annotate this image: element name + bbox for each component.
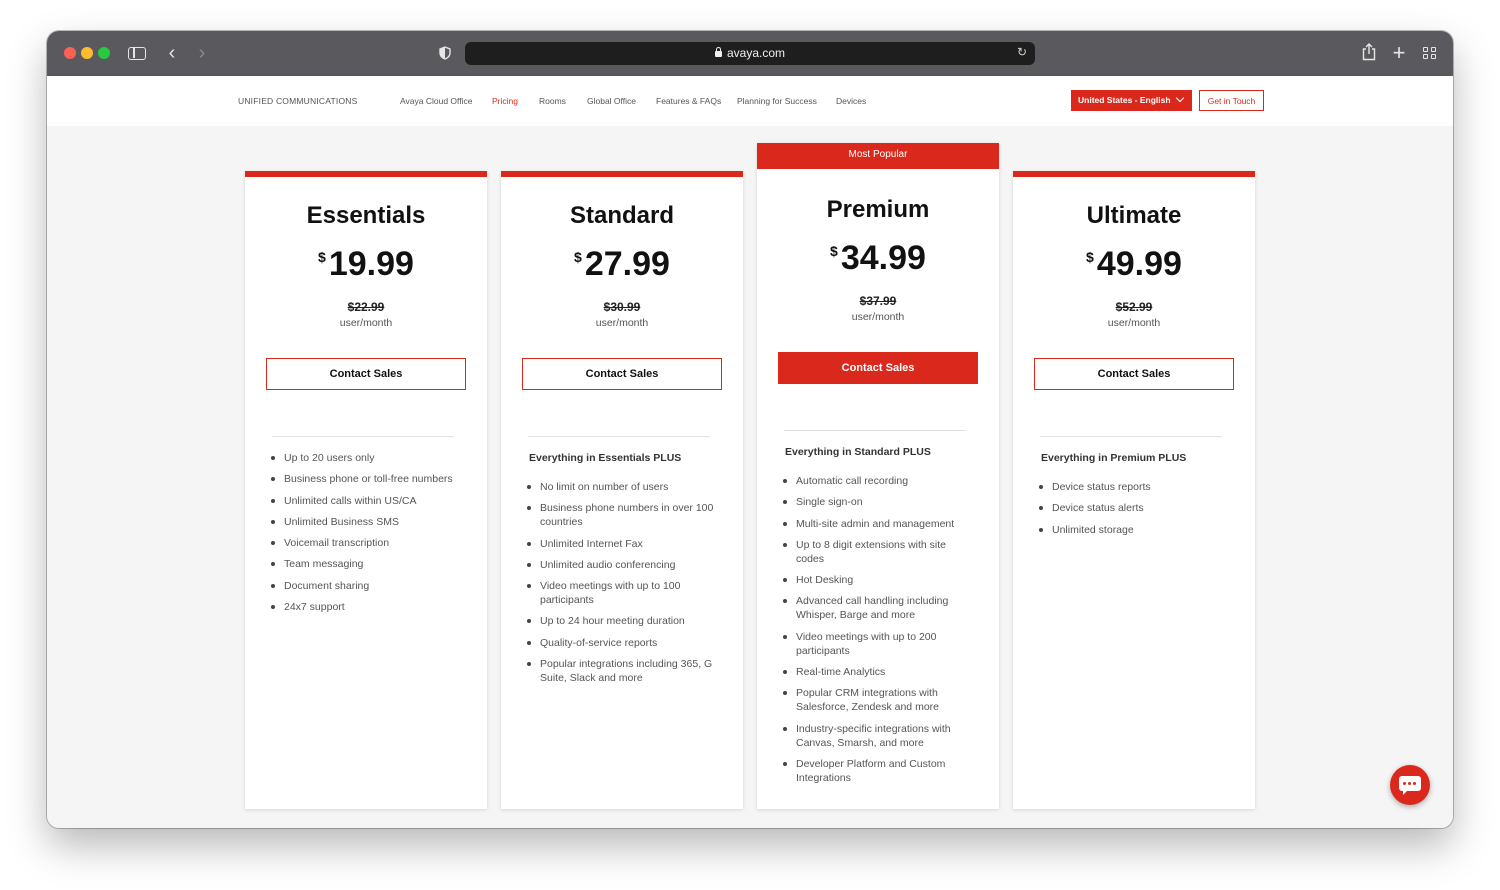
plan-price: $27.99 [574, 245, 670, 283]
site-navigation: UNIFIED COMMUNICATIONS Avaya Cloud Offic… [47, 76, 1453, 126]
plan-unit: user/month [339, 317, 393, 329]
pricing-section: Essentials $19.99 $22.99 user/month Cont… [47, 126, 1453, 828]
nav-link-rooms[interactable]: Rooms [539, 96, 566, 106]
divider [272, 436, 454, 437]
plan-card-premium: Most Popular Premium $34.99 $37.99 user/… [757, 143, 999, 809]
feature-item: Unlimited audio conferencing [525, 558, 715, 572]
divider [528, 436, 710, 437]
plan-old-price: $37.99 [859, 294, 897, 308]
plan-unit: user/month [595, 317, 649, 329]
lock-icon [714, 47, 722, 57]
plan-unit: user/month [851, 311, 905, 323]
feature-item: Document sharing [269, 579, 459, 593]
feature-item: Business phone numbers in over 100 count… [525, 501, 715, 529]
nav-link-global-office[interactable]: Global Office [587, 96, 636, 106]
most-popular-badge: Most Popular [757, 143, 999, 169]
feature-item: Device status reports [1037, 480, 1227, 494]
nav-link-features-faqs[interactable]: Features & FAQs [656, 96, 721, 106]
minimize-window-button[interactable] [81, 47, 93, 59]
plan-card-standard: Standard $27.99 $30.99 user/month Contac… [501, 171, 743, 809]
plan-price: $19.99 [318, 245, 414, 283]
feature-item: Voicemail transcription [269, 536, 459, 550]
plan-intro: Everything in Essentials PLUS [529, 452, 682, 464]
feature-item: Hot Desking [781, 573, 971, 587]
divider [784, 430, 966, 431]
feature-item: Video meetings with up to 100 participan… [525, 579, 715, 607]
plus-icon[interactable]: + [1390, 42, 1408, 64]
plan-name: Standard [569, 202, 674, 229]
feature-item: Automatic call recording [781, 474, 971, 488]
feature-item: Unlimited Internet Fax [525, 537, 715, 551]
feature-item: Quality-of-service reports [525, 636, 715, 650]
close-window-button[interactable] [64, 47, 76, 59]
feature-item: Unlimited calls within US/CA [269, 494, 459, 508]
feature-item: Video meetings with up to 200 participan… [781, 630, 971, 658]
back-icon[interactable]: ‹ [163, 42, 181, 64]
zoom-window-button[interactable] [98, 47, 110, 59]
browser-window: ‹ › avaya.com ↻ + UNIFIED COMMUNICATIONS… [47, 31, 1453, 828]
contact-sales-button[interactable]: Contact Sales [522, 358, 722, 390]
nav-link-avaya-cloud-office[interactable]: Avaya Cloud Office [400, 96, 472, 106]
feature-item: Device status alerts [1037, 501, 1227, 515]
plan-card-essentials: Essentials $19.99 $22.99 user/month Cont… [245, 171, 487, 809]
share-icon[interactable] [1360, 42, 1378, 64]
feature-item: Popular integrations including 365, G Su… [525, 657, 715, 685]
feature-item: Business phone or toll-free numbers [269, 472, 459, 486]
nav-link-planning-for-success[interactable]: Planning for Success [737, 96, 817, 106]
plan-old-price: $30.99 [603, 300, 641, 314]
brand-label[interactable]: UNIFIED COMMUNICATIONS [238, 96, 357, 106]
plan-price: $49.99 [1086, 245, 1182, 283]
feature-item: Industry-specific integrations with Canv… [781, 722, 971, 750]
nav-link-pricing[interactable]: Pricing [492, 96, 518, 106]
feature-item: Popular CRM integrations with Salesforce… [781, 686, 971, 714]
feature-item: Advanced call handling including Whisper… [781, 594, 971, 622]
plan-name: Essentials [306, 202, 426, 229]
feature-list: No limit on number of users Business pho… [525, 480, 715, 692]
feature-item: Team messaging [269, 557, 459, 571]
plan-name: Ultimate [1086, 202, 1182, 229]
feature-item: Unlimited Business SMS [269, 515, 459, 529]
feature-item: 24x7 support [269, 600, 459, 614]
plan-price: $34.99 [830, 239, 926, 277]
contact-sales-button[interactable]: Contact Sales [778, 352, 978, 384]
feature-item: Multi-site admin and management [781, 517, 971, 531]
feature-item: Real-time Analytics [781, 665, 971, 679]
contact-sales-button[interactable]: Contact Sales [266, 358, 466, 390]
plan-unit: user/month [1107, 317, 1161, 329]
divider [1040, 436, 1222, 437]
feature-item: Up to 24 hour meeting duration [525, 614, 715, 628]
tabs-grid-icon[interactable] [1423, 47, 1438, 60]
plan-name: Premium [826, 196, 930, 223]
feature-item: Up to 20 users only [269, 451, 459, 465]
reload-icon[interactable]: ↻ [1017, 45, 1027, 59]
get-in-touch-button[interactable]: Get in Touch [1199, 90, 1264, 111]
forward-icon[interactable]: › [193, 42, 211, 64]
feature-item: Unlimited storage [1037, 523, 1227, 537]
feature-item: Up to 8 digit extensions with site codes [781, 538, 971, 566]
plan-card-ultimate: Ultimate $49.99 $52.99 user/month Contac… [1013, 171, 1255, 809]
locale-dropdown[interactable]: United States - English [1071, 90, 1192, 111]
url-text: avaya.com [726, 46, 786, 60]
plan-old-price: $22.99 [347, 300, 385, 314]
plan-old-price: $52.99 [1115, 300, 1153, 314]
shield-icon[interactable] [437, 42, 453, 64]
locale-label: United States - English [1078, 95, 1171, 105]
browser-toolbar: ‹ › avaya.com ↻ + [47, 31, 1453, 76]
nav-link-devices[interactable]: Devices [836, 96, 866, 106]
chat-icon [1399, 776, 1421, 795]
feature-item: No limit on number of users [525, 480, 715, 494]
contact-sales-button[interactable]: Contact Sales [1034, 358, 1234, 390]
feature-list: Automatic call recording Single sign-on … [781, 474, 971, 792]
feature-list: Up to 20 users only Business phone or to… [269, 451, 459, 621]
feature-item: Developer Platform and Custom Integratio… [781, 757, 971, 785]
address-bar[interactable]: avaya.com ↻ [465, 42, 1035, 65]
feature-item: Single sign-on [781, 495, 971, 509]
feature-list: Device status reports Device status aler… [1037, 480, 1227, 544]
plan-intro: Everything in Premium PLUS [1041, 452, 1187, 464]
sidebar-icon[interactable] [128, 47, 146, 60]
plan-intro: Everything in Standard PLUS [785, 446, 931, 458]
chat-button[interactable] [1390, 765, 1430, 805]
chevron-down-icon [1175, 93, 1185, 103]
